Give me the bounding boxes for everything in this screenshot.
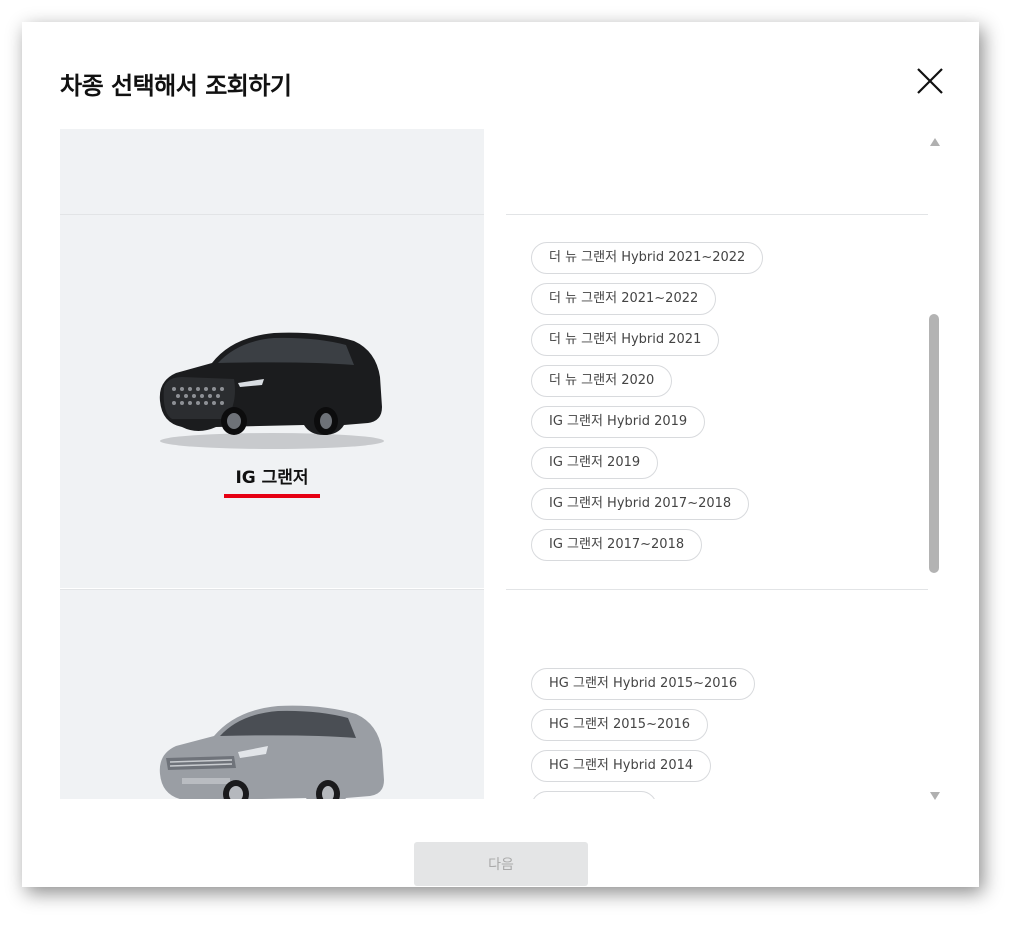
car-list-viewport[interactable]: IG 그랜저 더 뉴 그랜저 Hybrid 2021~2022 더 뉴 그랜저 … — [60, 129, 940, 799]
trim-list-ig: 더 뉴 그랜저 Hybrid 2021~2022 더 뉴 그랜저 2021~20… — [531, 242, 764, 570]
car-panel-hg[interactable] — [60, 590, 484, 799]
trim-chip[interactable]: 더 뉴 그랜저 2020 — [531, 365, 673, 397]
car-name-ig: IG 그랜저 — [60, 463, 484, 498]
close-icon[interactable] — [915, 66, 945, 96]
scroll-down-icon[interactable] — [929, 786, 941, 800]
trim-chip[interactable]: 더 뉴 그랜저 Hybrid 2021~2022 — [531, 242, 764, 274]
trim-chip[interactable]: HG 그랜저 2015~2016 — [531, 709, 709, 741]
trim-chip[interactable]: 더 뉴 그랜저 Hybrid 2021 — [531, 324, 720, 356]
trim-chip[interactable]: HG 그랜저 Hybrid 2015~2016 — [531, 668, 756, 700]
trim-chip[interactable]: IG 그랜저 Hybrid 2019 — [531, 406, 706, 438]
car-image-hg — [159, 705, 384, 799]
car-image-ig — [159, 332, 384, 449]
car-panel — [60, 129, 484, 214]
car-name-ig-label: IG 그랜저 — [235, 468, 309, 488]
car-panel-ig[interactable]: IG 그랜저 — [60, 215, 484, 588]
car-group-ig: IG 그랜저 더 뉴 그랜저 Hybrid 2021~2022 더 뉴 그랜저 … — [60, 215, 928, 588]
scrollbar-thumb[interactable] — [929, 314, 939, 573]
next-button[interactable]: 다음 — [414, 842, 588, 886]
car-group-hg: HG 그랜저 Hybrid 2015~2016 HG 그랜저 2015~2016… — [60, 590, 928, 799]
modal-title: 차종 선택해서 조회하기 — [60, 72, 292, 100]
trim-chip[interactable]: IG 그랜저 Hybrid 2017~2018 — [531, 488, 750, 520]
selected-underline — [224, 494, 320, 498]
trim-chip[interactable]: IG 그랜저 2017~2018 — [531, 529, 703, 561]
trim-list-hg: HG 그랜저 Hybrid 2015~2016 HG 그랜저 2015~2016… — [531, 668, 756, 799]
trim-chip[interactable]: 더 뉴 그랜저 2021~2022 — [531, 283, 717, 315]
scroll-up-icon[interactable] — [929, 132, 941, 146]
trim-chip[interactable]: IG 그랜저 2019 — [531, 447, 659, 479]
trim-chip[interactable] — [531, 791, 657, 799]
car-select-modal: 차종 선택해서 조회하기 IG 그랜저 더 뉴 그랜저 Hybrid 2021~… — [22, 22, 979, 887]
car-group-previous — [60, 129, 928, 214]
trim-chip[interactable]: HG 그랜저 Hybrid 2014 — [531, 750, 712, 782]
